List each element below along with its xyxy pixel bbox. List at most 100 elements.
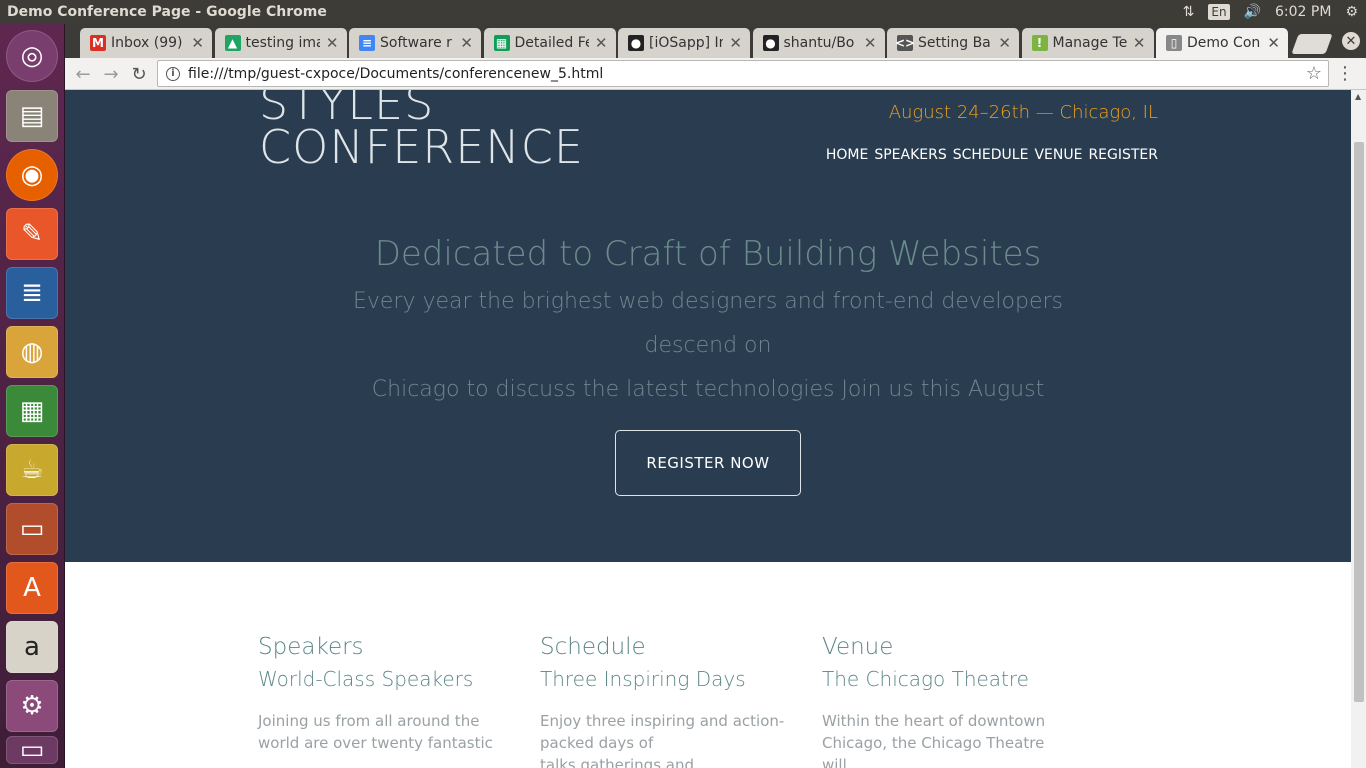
address-bar[interactable]: i file:///tmp/guest-cxpoce/Documents/con… [157, 60, 1329, 87]
trash-icon[interactable]: ▭ [6, 735, 58, 765]
github-icon: ● [762, 35, 779, 51]
primary-nav: HOME SPEAKERS SCHEDULE VENUE REGISTER [826, 147, 1158, 163]
hero-subtext-line: Every year the brighest web designers an… [352, 289, 1064, 358]
browser-toolbar: ← → ↻ i file:///tmp/guest-cxpoce/Documen… [65, 58, 1366, 90]
browser-tab[interactable]: <> Setting Ba ✕ [887, 28, 1019, 58]
teapot-icon[interactable]: ☕ [6, 444, 58, 496]
browser-tab[interactable]: ● shantu/Bo ✕ [752, 28, 885, 58]
firefox-icon[interactable]: ◉ [6, 149, 58, 201]
browser-tab[interactable]: ! Manage Te ✕ [1021, 28, 1154, 58]
settings-icon[interactable]: ⚙ [6, 680, 58, 732]
register-now-button[interactable]: REGISTER NOW [615, 430, 801, 496]
chrome-icon[interactable]: ◍ [6, 326, 58, 378]
column-text: Joining us from all around the world are… [258, 712, 493, 752]
nav-home[interactable]: HOME [826, 147, 868, 163]
keyboard-language-indicator[interactable]: En [1208, 4, 1230, 20]
tab-close-icon[interactable]: ✕ [998, 34, 1011, 52]
google-drive-icon: ▲ [224, 35, 241, 51]
column-title: Speakers [258, 634, 364, 660]
browser-tab[interactable]: ≡ Software r ✕ [349, 28, 481, 58]
launcher: ◎ ▤ ◉ ✎ ≣ ◍ ▦ ☕ ▭ A a ⚙ ▭ [0, 24, 65, 768]
impress-icon[interactable]: ▭ [6, 503, 58, 555]
browser-tab[interactable]: ▯ Demo Con ✕ [1156, 28, 1288, 58]
column-title: Schedule [540, 634, 646, 660]
system-top-bar: Demo Conference Page - Google Chrome ⇅ E… [0, 0, 1366, 24]
indicator-area: ⇅ En 🔊 6:02 PM ⚙ [1183, 0, 1366, 24]
column-text: Enjoy three inspiring and action-packed … [540, 712, 785, 768]
clock[interactable]: 6:02 PM [1275, 4, 1331, 20]
forward-button[interactable]: → [99, 62, 123, 86]
back-button[interactable]: ← [71, 62, 95, 86]
window-close-icon[interactable]: ✕ [1342, 32, 1360, 50]
manage-icon: ! [1031, 35, 1048, 51]
tab-label: [iOSapp] In [649, 35, 724, 51]
tab-label: Setting Ba [918, 35, 991, 51]
scroll-up-icon[interactable]: ▲ [1355, 92, 1361, 101]
speakers-column: Speakers World-Class Speakers Joining us… [258, 632, 508, 754]
new-tab-button[interactable] [1291, 34, 1333, 54]
nav-schedule[interactable]: SCHEDULE [953, 147, 1029, 163]
tab-close-icon[interactable]: ✕ [1267, 34, 1280, 52]
url-text: file:///tmp/guest-cxpoce/Documents/confe… [188, 65, 604, 82]
tab-label: Manage Te [1052, 35, 1127, 51]
column-subtitle: Three Inspiring Days [540, 667, 746, 691]
software-center-icon[interactable]: A [6, 562, 58, 614]
ubuntu-dash-icon[interactable]: ◎ [6, 30, 58, 82]
tab-close-icon[interactable]: ✕ [595, 34, 608, 52]
google-sheets-icon: ▦ [493, 35, 510, 51]
hero-subtext-line: Chicago to discuss the latest technologi… [371, 377, 1045, 402]
code-icon: <> [894, 35, 916, 51]
browser-tab[interactable]: ● [iOSapp] In ✕ [618, 28, 750, 58]
tab-close-icon[interactable]: ✕ [729, 34, 742, 52]
gmail-icon: M [90, 35, 106, 51]
tab-close-icon[interactable]: ✕ [191, 34, 204, 52]
tab-label: Inbox (99) [111, 35, 183, 51]
tab-close-icon[interactable]: ✕ [326, 34, 339, 52]
nav-speakers[interactable]: SPEAKERS [874, 147, 946, 163]
gear-icon[interactable]: ⚙ [1345, 4, 1358, 20]
column-subtitle: World-Class Speakers [258, 667, 474, 691]
hero-headline: Dedicated to Craft of Building Websites [374, 234, 1042, 274]
tab-label: shantu/Bo [783, 35, 855, 51]
browser-tab[interactable]: ▲ testing ima ✕ [214, 28, 347, 58]
calc-icon[interactable]: ▦ [6, 385, 58, 437]
scrollbar-thumb[interactable] [1354, 142, 1364, 702]
files-icon[interactable]: ▤ [6, 90, 58, 142]
tab-strip: M Inbox (99) ✕ ▲ testing ima ✕ ≡ Software r ✕ ▦ De… [65, 24, 1366, 58]
column-subtitle: The Chicago Theatre [822, 667, 1029, 691]
tab-label: testing ima [245, 35, 320, 51]
nav-register[interactable]: REGISTER [1088, 147, 1158, 163]
writer-icon[interactable]: ≣ [6, 267, 58, 319]
window-title: Demo Conference Page - Google Chrome [7, 4, 327, 20]
column-title: Venue [822, 634, 894, 660]
google-docs-icon: ≡ [359, 35, 375, 51]
tab-close-icon[interactable]: ✕ [864, 34, 877, 52]
conference-dates: August 24–26th — Chicago, IL [888, 102, 1158, 123]
tab-label: Detailed Fe [514, 35, 589, 51]
venue-column: Venue The Chicago Theatre Within the hea… [822, 632, 1072, 768]
volume-icon[interactable]: 🔊 [1244, 4, 1261, 20]
page-scrollbar[interactable]: ▲ [1351, 90, 1366, 768]
info-icon[interactable]: i [166, 66, 180, 81]
reload-button[interactable]: ↻ [127, 62, 151, 86]
network-icon[interactable]: ⇅ [1183, 4, 1195, 20]
tab-close-icon[interactable]: ✕ [460, 34, 473, 52]
chrome-menu-icon[interactable]: ⋮ [1336, 63, 1354, 84]
tab-label: Demo Con [1187, 35, 1261, 51]
browser-tab[interactable]: M Inbox (99) ✕ [80, 28, 212, 58]
logo-line-conference[interactable]: CONFERENCE [259, 122, 584, 172]
github-icon: ● [628, 35, 644, 51]
tab-label: Software r [380, 35, 452, 51]
hero-section: STYLES CONFERENCE August 24–26th — Chica… [65, 90, 1351, 562]
schedule-column: Schedule Three Inspiring Days Enjoy thre… [540, 632, 790, 768]
page-viewport: STYLES CONFERENCE August 24–26th — Chica… [65, 90, 1351, 768]
inkscape-icon[interactable]: ✎ [6, 208, 58, 260]
amazon-icon[interactable]: a [6, 621, 58, 673]
nav-venue[interactable]: VENUE [1034, 147, 1082, 163]
column-text: Within the heart of downtown Chicago, th… [822, 712, 1046, 768]
hero-subtext: Every year the brighest web designers an… [320, 280, 1096, 412]
browser-tab[interactable]: ▦ Detailed Fe ✕ [483, 28, 616, 58]
page-icon: ▯ [1166, 35, 1182, 51]
tab-close-icon[interactable]: ✕ [1133, 34, 1146, 52]
bookmark-star-icon[interactable]: ☆ [1306, 63, 1322, 84]
